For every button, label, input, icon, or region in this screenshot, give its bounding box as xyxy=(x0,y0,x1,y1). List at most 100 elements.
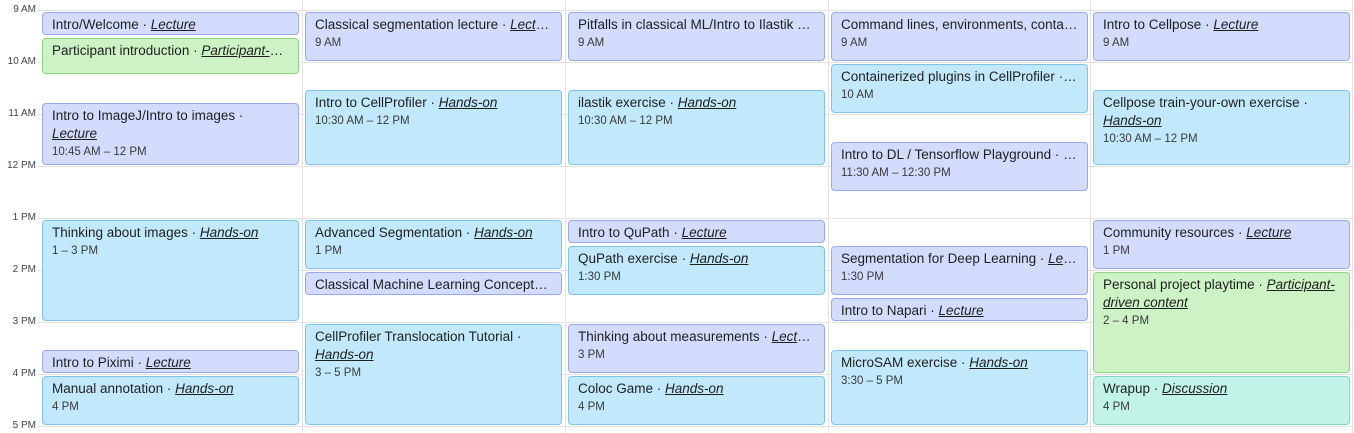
calendar-event[interactable]: Coloc Game · Hands-on 4 PM xyxy=(568,376,825,425)
event-title: Coloc Game · Hands-on xyxy=(578,380,815,398)
calendar-event[interactable]: Command lines, environments, containers … xyxy=(831,12,1088,61)
event-type-link[interactable]: Discussion xyxy=(1162,381,1227,396)
event-type-link[interactable]: Lecture xyxy=(682,225,727,240)
event-type-link[interactable]: Hands-on xyxy=(175,381,234,396)
calendar-event[interactable]: Intro to Cellpose · Lecture 9 AM xyxy=(1093,12,1350,61)
event-separator: · xyxy=(653,381,666,396)
calendar-event[interactable]: Pitfalls in classical ML/Intro to Ilasti… xyxy=(568,12,825,61)
calendar-event[interactable]: MicroSAM exercise · Hands-on 3:30 – 5 PM xyxy=(831,350,1088,425)
calendar-event[interactable]: Intro to ImageJ/Intro to images · Lectur… xyxy=(42,103,299,165)
event-title: Segmentation for Deep Learning · Lecture xyxy=(841,250,1078,268)
event-title: ilastik exercise · Hands-on xyxy=(578,94,815,112)
event-separator: · xyxy=(426,95,439,110)
event-title: Pitfalls in classical ML/Intro to Ilasti… xyxy=(578,16,815,34)
event-type-link[interactable]: Lecture xyxy=(1213,17,1258,32)
event-title: Wrapup · Discussion xyxy=(1103,380,1340,398)
calendar-event[interactable]: Wrapup · Discussion 4 PM xyxy=(1093,376,1350,425)
event-type-link[interactable]: Hands-on xyxy=(1103,113,1162,128)
calendar-event[interactable]: Participant introduction · Participant-d… xyxy=(42,38,299,74)
calendar-event[interactable]: Manual annotation · Hands-on 4 PM xyxy=(42,376,299,425)
event-title-text: Segmentation for Deep Learning xyxy=(841,251,1037,266)
event-separator: · xyxy=(187,225,200,240)
event-time: 1 – 3 PM xyxy=(52,245,99,257)
event-title: Classical Machine Learning Concepts · Le… xyxy=(315,276,552,294)
calendar-event[interactable]: Cellpose train-your-own exercise · Hands… xyxy=(1093,90,1350,165)
event-title-text: Intro to DL / Tensorflow Playground xyxy=(841,147,1052,162)
time-label: 11 AM xyxy=(8,108,36,119)
event-title-text: Intro to CellProfiler xyxy=(315,95,427,110)
event-title-text: Intro to ImageJ/Intro to images xyxy=(52,108,236,123)
event-time: 9 AM xyxy=(315,37,342,49)
event-type-link[interactable]: Lecture xyxy=(772,329,815,344)
event-type-link[interactable]: Hands-on xyxy=(969,355,1028,370)
event-title: Cellpose train-your-own exercise · Hands… xyxy=(1103,94,1340,130)
event-type-link[interactable]: Lecture xyxy=(52,126,97,141)
event-title: Intro to ImageJ/Intro to images · Lectur… xyxy=(52,107,289,143)
calendar-event[interactable]: Thinking about measurements · Lecture 3 P… xyxy=(568,324,825,373)
calendar-event[interactable]: QuPath exercise · Hands-on 1:30 PM xyxy=(568,246,825,295)
event-time: 10:45 AM – 12 PM xyxy=(52,146,147,158)
calendar-event[interactable]: CellProfiler Translocation Tutorial · Ha… xyxy=(305,324,562,425)
calendar-week-grid: 9 AM 10 AM 11 AM 12 PM 1 PM 2 PM 3 PM 4 PM 5 PM I… xyxy=(0,0,1354,433)
calendar-event[interactable]: Intro to DL / Tensorflow Playground · Le… xyxy=(831,142,1088,191)
event-title: Intro to QuPath · Lecture xyxy=(578,224,815,242)
calendar-event[interactable]: Classical segmentation lecture · Lecture… xyxy=(305,12,562,61)
calendar-event[interactable]: Community resources · Lecture 1 PM xyxy=(1093,220,1350,269)
calendar-event[interactable]: Intro to CellProfiler · Hands-on 10:30 AM… xyxy=(305,90,562,165)
event-separator: · xyxy=(759,329,772,344)
event-title: Classical segmentation lecture · Lecture xyxy=(315,16,552,34)
event-time: 10:30 AM – 12 PM xyxy=(578,115,673,127)
event-title: Command lines, environments, containers … xyxy=(841,16,1078,34)
event-title-text: Pitfalls in classical ML/Intro to Ilasti… xyxy=(578,17,794,32)
event-type-link[interactable]: Hands-on xyxy=(665,381,724,396)
event-type-link[interactable]: Participant-driven content xyxy=(201,43,289,58)
event-type-link[interactable]: Hands-on xyxy=(439,95,498,110)
event-title-text: MicroSAM exercise xyxy=(841,355,958,370)
day-column-divider xyxy=(302,0,303,433)
calendar-event[interactable]: Advanced Segmentation · Hands-on 1 PM xyxy=(305,220,562,269)
event-type-link[interactable]: Hands-on xyxy=(690,251,749,266)
event-time: 9 AM xyxy=(841,37,868,49)
event-type-link[interactable]: Hands-on xyxy=(678,95,737,110)
event-title: MicroSAM exercise · Hands-on xyxy=(841,354,1078,372)
calendar-event[interactable]: ilastik exercise · Hands-on 10:30 AM – 12… xyxy=(568,90,825,165)
event-time: 3:30 – 5 PM xyxy=(841,375,904,387)
event-type-link[interactable]: Lecture xyxy=(146,355,191,370)
calendar-event[interactable]: Thinking about images · Hands-on 1 – 3 PM xyxy=(42,220,299,321)
event-time: 4 PM xyxy=(52,401,79,413)
event-title-text: Intro to Napari xyxy=(841,303,927,318)
event-title: Intro to CellProfiler · Hands-on xyxy=(315,94,552,112)
calendar-event[interactable]: Classical Machine Learning Concepts · Le… xyxy=(305,272,562,295)
hour-gridline xyxy=(38,374,1354,375)
event-type-link[interactable]: Hands-on xyxy=(315,347,374,362)
event-type-link[interactable]: Lecture xyxy=(151,17,196,32)
event-title-text: Thinking about images xyxy=(52,225,188,240)
calendar-event[interactable]: Intro to Piximi · Lecture xyxy=(42,350,299,373)
event-time: 10:30 AM – 12 PM xyxy=(315,115,410,127)
calendar-event[interactable]: Intro to Napari · Lecture xyxy=(831,298,1088,321)
event-type-link[interactable]: Lecture xyxy=(510,17,552,32)
event-title-text: Manual annotation xyxy=(52,381,164,396)
event-separator: · xyxy=(1299,95,1308,110)
event-type-link[interactable]: Lecture xyxy=(1246,225,1291,240)
event-title-text: Intro to Piximi xyxy=(52,355,134,370)
event-type-link[interactable]: Lecture xyxy=(939,303,984,318)
event-separator: · xyxy=(1036,251,1049,266)
event-separator: · xyxy=(189,43,202,58)
event-time: 1 PM xyxy=(1103,245,1130,257)
calendar-event[interactable]: Segmentation for Deep Learning · Lecture… xyxy=(831,246,1088,295)
calendar-event[interactable]: Intro to QuPath · Lecture xyxy=(568,220,825,243)
calendar-event[interactable]: Containerized plugins in CellProfiler · … xyxy=(831,64,1088,113)
time-label: 10 AM xyxy=(7,56,36,67)
hour-gridline xyxy=(38,218,1354,219)
event-title: Participant introduction · Participant-d… xyxy=(52,42,289,60)
event-type-link[interactable]: Hands-on xyxy=(474,225,533,240)
calendar-event[interactable]: Personal project playtime · Participant-… xyxy=(1093,272,1350,373)
time-label: 12 PM xyxy=(7,160,36,171)
event-type-link[interactable]: Hands-on xyxy=(200,225,259,240)
calendar-event[interactable]: Intro/Welcome · Lecture xyxy=(42,12,299,35)
event-separator: · xyxy=(665,95,678,110)
event-type-link[interactable]: Lecture xyxy=(1048,251,1078,266)
event-title-text: Cellpose train-your-own exercise xyxy=(1103,95,1300,110)
event-time: 4 PM xyxy=(578,401,605,413)
